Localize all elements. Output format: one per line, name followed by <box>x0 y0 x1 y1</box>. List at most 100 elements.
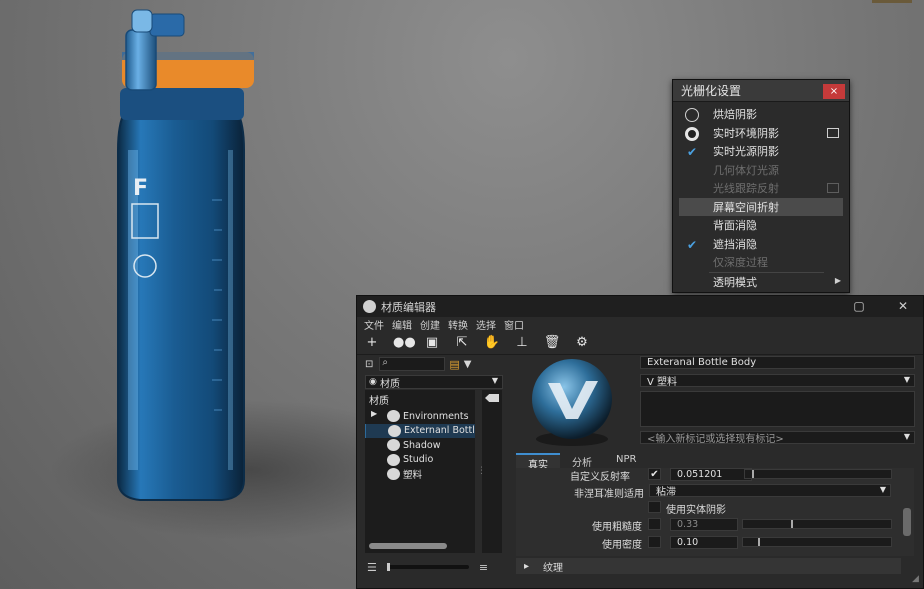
tab-item[interactable]: NPR <box>604 453 648 468</box>
maximize-icon[interactable]: ▢ <box>851 299 867 313</box>
chevron-down-icon: ▼ <box>879 485 886 494</box>
folder-icon[interactable]: ▤ <box>449 358 459 371</box>
tree-item[interactable]: ▶ Environments <box>365 409 475 424</box>
roughness-checkbox[interactable] <box>648 518 661 530</box>
raster-menu-item: 几何体灯光源 <box>673 161 849 180</box>
radio-icon <box>685 126 699 141</box>
material-icon <box>387 453 400 466</box>
expand-icon[interactable]: ▶ <box>371 409 377 418</box>
opacity-value[interactable]: 0.10 <box>670 536 738 549</box>
check-icon: ✔ <box>686 145 698 159</box>
material-name-input[interactable]: Exteranal Bottle Body <box>640 356 915 369</box>
non-fresnel-select[interactable]: 粘滞 ▼ <box>649 484 891 498</box>
options-box-icon[interactable] <box>827 127 839 138</box>
tree-item[interactable]: Studio <box>365 453 475 468</box>
clean-icon[interactable]: ⊥ <box>513 335 531 351</box>
menu-item[interactable]: 编辑 <box>392 317 412 332</box>
tab-item[interactable]: 分析 <box>560 453 604 469</box>
close-icon[interactable]: × <box>823 84 845 99</box>
chevron-down-icon: ▼ <box>491 376 498 385</box>
tree-item[interactable]: Externanl Bottl <box>365 423 475 438</box>
opacity-label: 使用密度 <box>602 540 642 551</box>
material-type-value: V 塑料 <box>647 377 678 388</box>
menu-item[interactable]: 创建 <box>420 317 440 332</box>
radio-icon <box>685 108 699 122</box>
resize-grip-icon[interactable]: ◢ <box>912 574 919 584</box>
slider-thumb[interactable] <box>752 470 754 478</box>
raster-menu-item[interactable]: 烘焙阴影 <box>673 105 849 124</box>
tree-item[interactable]: 塑料 <box>365 467 475 482</box>
raster-menu-item[interactable]: 透明模式 ▶ <box>673 273 849 292</box>
material-tree: 材质 ▶ Environments Externanl Bottl Shadow Stu… <box>365 390 475 553</box>
tag-area[interactable] <box>640 391 915 427</box>
raster-menu-item-label: 实时环境阴影 <box>713 126 779 140</box>
opacity-slider[interactable] <box>742 537 892 547</box>
delete-icon[interactable]: 🗑 <box>543 335 561 351</box>
tree-item-label: 塑料 <box>403 470 423 482</box>
link-icon[interactable]: ●● <box>393 335 416 351</box>
hand-icon[interactable]: ✋ <box>483 335 501 351</box>
filter-icon[interactable]: ▼ <box>464 359 472 370</box>
raster-menu-item-label: 仅深度过程 <box>713 256 768 270</box>
menu-item[interactable]: 文件 <box>364 317 384 332</box>
roughness-slider[interactable] <box>742 519 892 529</box>
add-icon[interactable]: + <box>363 335 381 351</box>
pane-grip[interactable]: ⋮ <box>477 466 486 476</box>
raster-menu-item[interactable]: 背面消隐 <box>673 216 849 235</box>
tree-item[interactable]: Shadow <box>365 438 475 453</box>
tab-item[interactable]: 真实 <box>516 453 560 471</box>
property-panel: 自定义反射率 ✔ 0.051201 非涅耳准则适用 粘滞 ▼ 使用实体阴影 使用… <box>516 468 914 556</box>
raster-menu-item: 光线跟踪反射 <box>673 179 849 198</box>
tag-pill[interactable] <box>485 394 499 402</box>
chevron-down-icon: ▼ <box>903 432 910 441</box>
detail-view-icon[interactable]: ≡ <box>479 561 488 574</box>
menu-item[interactable]: 窗口 <box>504 317 524 332</box>
material-editor-titlebar[interactable]: 材质编辑器 ▢ ✕ <box>357 296 923 317</box>
tree-item-label: Studio <box>403 454 434 466</box>
property-scrollbar[interactable] <box>903 508 911 536</box>
list-view-icon[interactable]: ☰ <box>367 561 377 574</box>
raster-menu-item-label: 几何体灯光源 <box>713 163 779 177</box>
check-icon: ✔ <box>686 237 698 252</box>
tree-item-label: Shadow <box>403 439 441 451</box>
menu-item[interactable]: 选择 <box>476 317 496 332</box>
search-input[interactable]: ⌕ <box>379 357 446 371</box>
tree-scrollbar[interactable] <box>369 543 447 549</box>
slider-thumb[interactable] <box>791 520 793 528</box>
close-window-icon[interactable]: ✕ <box>895 299 911 313</box>
custom-reflect-checkbox[interactable]: ✔ <box>648 468 661 480</box>
texture-section-label: 纹理 <box>543 562 564 574</box>
menu-item[interactable]: 转换 <box>448 317 468 332</box>
tag-placeholder: <输入新标记或选择现有标记> <box>647 434 784 445</box>
assign-icon[interactable]: ▣ <box>423 335 441 351</box>
material-type-select[interactable]: V 塑料 ▼ <box>640 374 915 388</box>
non-fresnel-value: 粘滞 <box>656 487 676 498</box>
solid-shadow-checkbox[interactable] <box>648 501 661 513</box>
options-box-icon[interactable] <box>827 183 839 193</box>
graph-icon[interactable]: ⚙ <box>573 335 591 351</box>
custom-reflect-slider[interactable] <box>744 469 892 479</box>
roughness-value[interactable]: 0.33 <box>670 518 738 531</box>
tag-input[interactable]: <输入新标记或选择现有标记> ▼ <box>640 431 915 445</box>
pick-icon[interactable]: ⇱ <box>453 335 471 351</box>
opacity-checkbox[interactable] <box>648 536 661 548</box>
texture-section-header[interactable]: ▸ 纹理 <box>516 558 901 574</box>
chevron-right-icon: ▸ <box>524 560 530 572</box>
raster-menu-item[interactable]: 屏幕空间折射 <box>679 197 843 216</box>
raster-menu-item[interactable]: 实时环境阴影 <box>673 124 849 143</box>
library-pane: ⊡ ⌕ ▤ ▼ ◉ 材质 ▼ 材质 ▶ Environments Externanl… <box>365 356 503 553</box>
library-select[interactable]: ◉ 材质 ▼ <box>365 375 503 390</box>
slider-thumb[interactable] <box>758 538 760 546</box>
raster-menu-item-label: 透明模式 <box>713 275 757 289</box>
filter-list-icon[interactable]: ⊡ <box>365 359 373 370</box>
material-icon <box>388 424 401 437</box>
raster-menu-item[interactable]: ✔ 遮挡消隐 <box>673 235 849 254</box>
app-icon <box>363 300 376 313</box>
raster-menu-item[interactable]: ✔ 实时光源阴影 <box>673 142 849 161</box>
custom-reflect-value[interactable]: 0.051201 <box>670 468 752 481</box>
material-icon <box>387 468 400 480</box>
submenu-arrow-icon: ▶ <box>834 275 841 285</box>
globe-icon: ◉ <box>369 377 377 387</box>
material-preview <box>532 359 612 446</box>
zoom-slider[interactable] <box>386 563 469 571</box>
